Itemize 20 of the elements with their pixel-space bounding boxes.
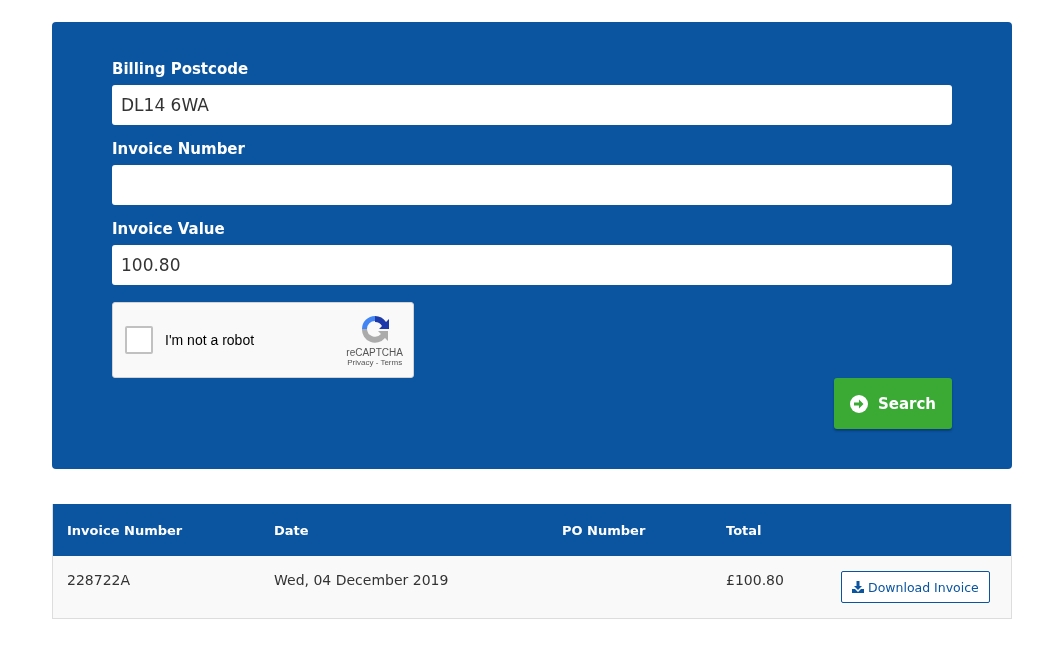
captcha-checkbox[interactable]	[125, 326, 153, 354]
input-field[interactable]	[112, 165, 952, 205]
captcha-brand: reCAPTCHA	[346, 347, 403, 358]
column-header: Total	[726, 522, 763, 538]
table-cell-text: £100.80	[726, 572, 785, 588]
field-label: Invoice Value	[112, 220, 226, 238]
captcha-links[interactable]: Privacy - Terms	[347, 358, 403, 367]
download-invoice-button[interactable]: Download Invoice	[841, 571, 990, 603]
captcha-label: I'm not a robot	[165, 332, 256, 348]
input-field[interactable]: DL14 6WA	[112, 85, 952, 125]
column-header: Date	[274, 522, 310, 538]
table-cell-text: 228722A	[67, 572, 132, 588]
arrow-circle-icon	[849, 394, 868, 413]
field-label: Billing Postcode	[112, 60, 250, 78]
column-header: Invoice Number	[67, 522, 184, 538]
table-cell-text: Wed, 04 December 2019	[274, 572, 450, 588]
field-label: Invoice Number	[112, 140, 246, 158]
input-field[interactable]: 100.80	[112, 245, 952, 285]
download-icon	[852, 581, 864, 593]
column-header: PO Number	[562, 522, 647, 538]
